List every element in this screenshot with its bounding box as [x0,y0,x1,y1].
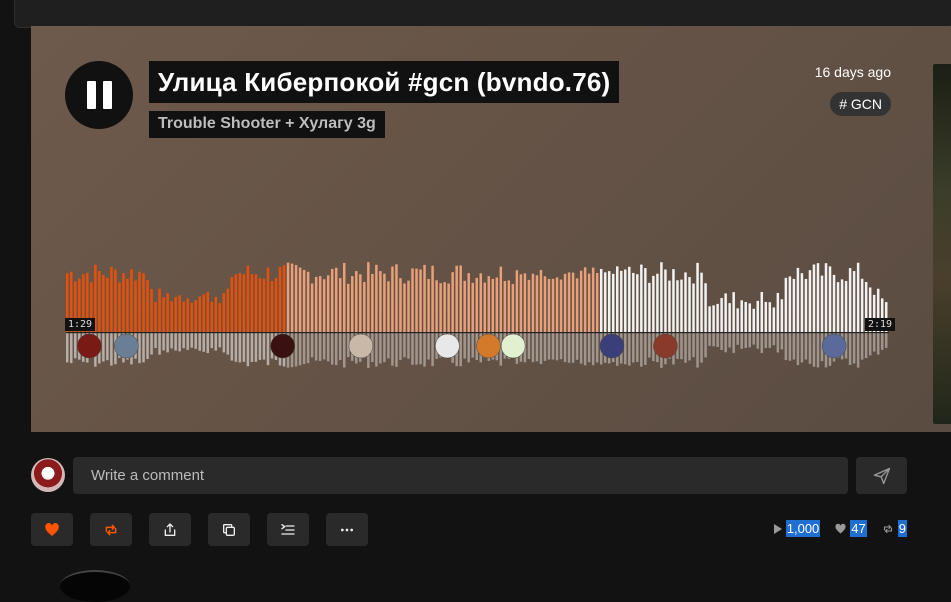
top-bar [14,0,951,28]
send-comment-button[interactable] [856,457,907,494]
repost-icon [105,524,117,535]
likes-stat: 47 [834,520,867,537]
copy-link-button[interactable] [208,513,250,546]
timed-comment-avatar[interactable] [653,333,678,359]
timed-comment-avatar[interactable] [270,333,295,359]
plays-count[interactable]: 1,000 [785,520,821,537]
timed-comment-avatar[interactable] [821,333,847,359]
track-player: Улица Киберпокой #gcn (bvndo.76) Trouble… [31,26,951,432]
like-button[interactable] [31,513,73,546]
timed-comment-avatar[interactable] [114,333,139,359]
add-to-playlist-button[interactable] [267,513,309,546]
share-icon [164,522,176,536]
timed-comment-avatar[interactable] [77,333,102,359]
likes-count-icon [835,523,846,533]
waveform[interactable] [31,26,951,432]
reposts-stat: 9 [881,520,907,537]
share-button[interactable] [149,513,191,546]
heart-icon [45,522,59,536]
next-post-avatar [60,570,130,602]
timed-comment-avatar[interactable] [500,333,526,359]
elapsed-time: 1:29 [65,318,96,331]
comment-input[interactable] [73,457,848,494]
play-count-icon [773,523,782,534]
user-avatar [31,458,65,492]
timed-comment-avatar[interactable] [599,333,625,359]
more-button[interactable] [326,513,368,546]
copy-icon [223,523,235,536]
reposts-count[interactable]: 9 [897,520,907,537]
likes-count[interactable]: 47 [850,520,867,537]
add-to-playlist-icon [281,523,295,535]
timed-comment-avatar[interactable] [435,333,460,359]
more-icon [341,528,353,531]
track-stats: 1,000 47 9 [773,520,907,537]
timed-comment-avatar[interactable] [476,333,501,359]
timed-comment-avatar[interactable] [348,333,374,359]
track-duration: 2:19 [865,318,896,331]
repost-button[interactable] [90,513,132,546]
reposts-count-icon [883,524,892,533]
send-icon [873,467,890,484]
plays-stat: 1,000 [773,520,821,537]
